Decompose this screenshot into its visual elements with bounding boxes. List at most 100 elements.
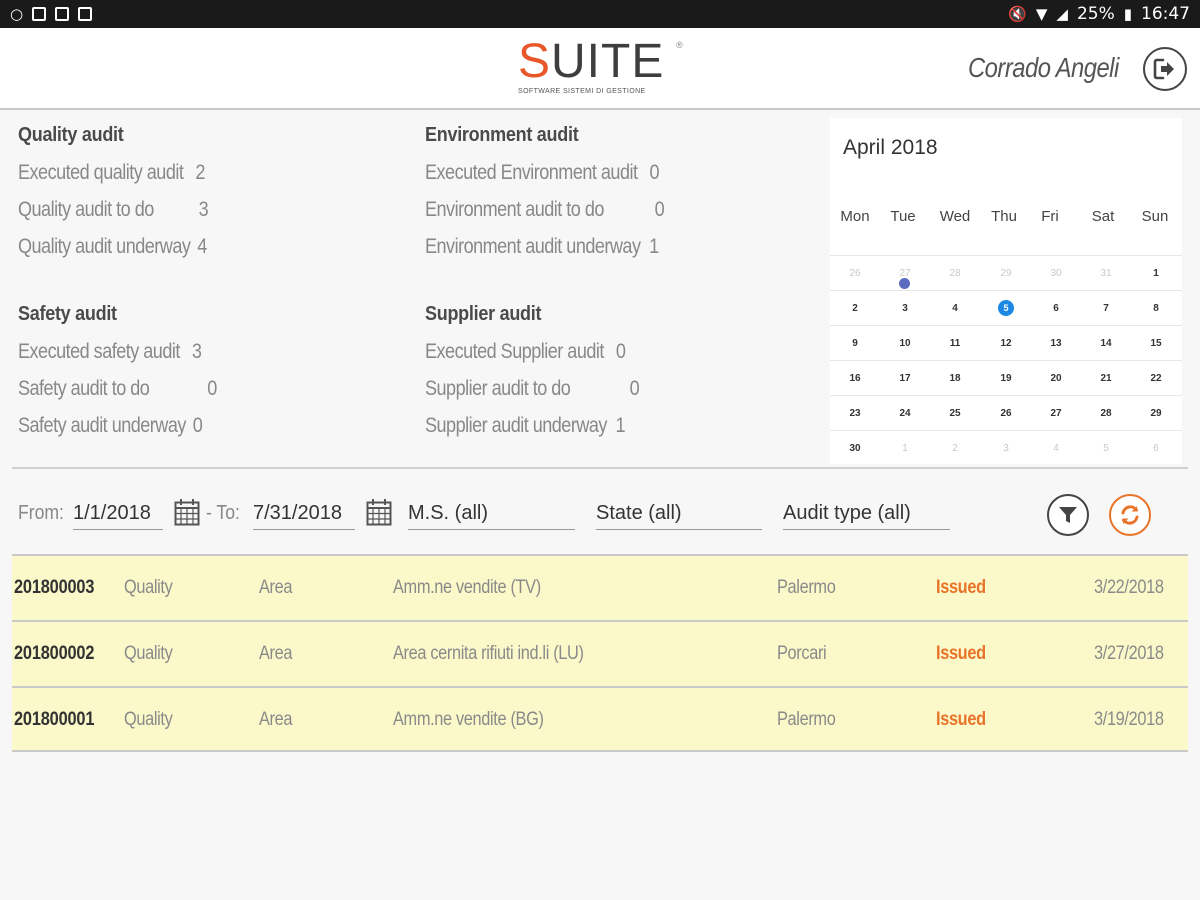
quality-audit-to-do-value: 3 (198, 198, 209, 221)
calendar-day[interactable]: 3 (981, 431, 1031, 466)
calendar-day[interactable]: 2 (930, 431, 980, 466)
gallery-icon (55, 7, 70, 21)
calendar-day-number: 10 (899, 338, 911, 349)
calendar-day-number: 3 (1003, 443, 1009, 454)
calendar-day[interactable]: 5 (1081, 431, 1131, 466)
calendar-day[interactable]: 30 (1031, 256, 1081, 291)
calendar-day[interactable]: 27 (880, 256, 930, 291)
executed-quality-audit-row: Executed quality audit 2 (18, 161, 208, 198)
audit-id: 201800002 (14, 643, 95, 664)
executed-quality-audit-value: 2 (195, 161, 205, 184)
calendar-day-number: 8 (1153, 303, 1159, 314)
calendar-day[interactable]: 29 (1131, 396, 1181, 431)
clock: 16:47 (1141, 4, 1190, 24)
calendar-day-number: 9 (852, 338, 858, 349)
calendar-day-number: 2 (852, 303, 858, 314)
calendar-day[interactable]: 31 (1081, 256, 1131, 291)
calendar-week: 23 24 25 26 27 28 29 (830, 395, 1182, 430)
calendar-day-number: 3 (902, 303, 908, 314)
calendar-day[interactable]: 15 (1131, 326, 1181, 361)
audit-site: Amm.ne vendite (TV) (393, 577, 541, 598)
state-select[interactable]: State (all) (596, 496, 762, 530)
calendar-day[interactable]: 18 (930, 361, 980, 396)
calendar-day[interactable]: 20 (1031, 361, 1081, 396)
environment-audit-to-do-row: Environment audit to do 0 (425, 198, 665, 235)
audit-scope: Area (259, 577, 293, 598)
calendar-day[interactable]: 26 (830, 256, 880, 291)
executed-environment-audit-label: Executed Environment audit (425, 161, 638, 184)
calendar-day[interactable]: 25 (930, 396, 980, 431)
audit-scope: Area (259, 643, 293, 664)
calendar-day[interactable]: 13 (1031, 326, 1081, 361)
calendar-day[interactable]: 21 (1081, 361, 1131, 396)
calendar-day[interactable]: 24 (880, 396, 930, 431)
ms-select[interactable]: M.S. (all) (408, 496, 575, 530)
calendar-day[interactable]: 7 (1081, 291, 1131, 326)
calendar-day-number: 18 (949, 373, 961, 384)
calendar-day[interactable]: 27 (1031, 396, 1081, 431)
calendar-day[interactable]: 10 (880, 326, 930, 361)
from-date-field[interactable]: 1/1/2018 (73, 496, 163, 530)
audit-city: Porcari (777, 643, 827, 664)
calendar-day-number: 30 (849, 443, 861, 454)
calendar-day[interactable]: 23 (830, 396, 880, 431)
audit-row[interactable]: 201800002 Quality Area Area cernita rifi… (12, 620, 1188, 686)
calendar-day-number: 31 (1100, 268, 1112, 279)
calendar-grid: 26 27 28 29 30 31 1 2 3 4 5 6 7 8 9 10 11 12 13 14 15 16 17 18 1… (830, 255, 1182, 465)
month-calendar: April 2018 Mon Tue Wed Thu Fri Sat Sun 2… (830, 118, 1182, 464)
calendar-day[interactable]: 12 (981, 326, 1031, 361)
calendar-day[interactable]: 26 (981, 396, 1031, 431)
status-bar-system: 🔇 ▼ ◢ 25% ▮ 16:47 (1008, 4, 1190, 24)
safety-audit-summary: Safety audit Executed safety audit 3 Safe… (18, 303, 249, 451)
supplier-audit-to-do-row: Supplier audit to do 0 (425, 377, 640, 414)
calendar-day[interactable]: 29 (981, 256, 1031, 291)
supplier-audit-underway-label: Supplier audit underway (425, 414, 607, 437)
to-date-field[interactable]: 7/31/2018 (253, 496, 355, 530)
audit-row[interactable]: 201800003 Quality Area Amm.ne vendite (T… (12, 554, 1188, 620)
calendar-day-number: 7 (1103, 303, 1109, 314)
calendar-day[interactable]: 19 (981, 361, 1031, 396)
calendar-day[interactable]: 2 (830, 291, 880, 326)
calendar-day[interactable]: 1 (1131, 256, 1181, 291)
calendar-day[interactable]: 22 (1131, 361, 1181, 396)
quality-audit-to-do-label: Quality audit to do (18, 198, 154, 221)
calendar-day-number: 1 (902, 443, 908, 454)
calendar-day[interactable]: 6 (1131, 431, 1181, 466)
supplier-audit-underway-value: 1 (615, 414, 626, 437)
battery-icon: ▮ (1123, 4, 1132, 23)
filter-button[interactable] (1047, 494, 1089, 536)
calendar-day[interactable]: 16 (830, 361, 880, 396)
calendar-day[interactable]: 4 (1031, 431, 1081, 466)
calendar-day[interactable]: 6 (1031, 291, 1081, 326)
from-calendar-icon[interactable] (174, 498, 200, 526)
calendar-day[interactable]: 28 (1081, 396, 1131, 431)
audit-type: Quality (124, 643, 173, 664)
calendar-day[interactable]: 30 (830, 431, 880, 466)
calendar-day[interactable]: 5 (981, 291, 1031, 326)
calendar-day[interactable]: 17 (880, 361, 930, 396)
audit-row[interactable]: 201800001 Quality Area Amm.ne vendite (B… (12, 686, 1188, 752)
executed-supplier-audit-label: Executed Supplier audit (425, 340, 604, 363)
calendar-day[interactable]: 28 (930, 256, 980, 291)
executed-quality-audit-label: Executed quality audit (18, 161, 184, 184)
calendar-day[interactable]: 14 (1081, 326, 1131, 361)
audit-type-select[interactable]: Audit type (all) (783, 496, 950, 530)
calendar-day-number: 5 (1103, 443, 1109, 454)
logout-button[interactable] (1143, 47, 1187, 91)
calendar-day-number: 29 (1150, 408, 1162, 419)
calendar-day[interactable]: 8 (1131, 291, 1181, 326)
refresh-button[interactable] (1109, 494, 1151, 536)
supplier-audit-underway-row: Supplier audit underway 1 (425, 414, 639, 451)
calendar-day[interactable]: 9 (830, 326, 880, 361)
calendar-day-number: 4 (1053, 443, 1059, 454)
suite-logo: SUITE ® SOFTWARE SISTEMI DI GESTIONE (518, 38, 688, 100)
safety-audit-underway-label: Safety audit underway (18, 414, 186, 437)
calendar-day[interactable]: 11 (930, 326, 980, 361)
to-calendar-icon[interactable] (366, 498, 392, 526)
calendar-event-dot (899, 278, 910, 289)
calendar-day[interactable]: 4 (930, 291, 980, 326)
calendar-day[interactable]: 1 (880, 431, 930, 466)
weekday-thu: Thu (991, 208, 1017, 225)
calendar-day[interactable]: 3 (880, 291, 930, 326)
audit-summary: Quality audit Executed quality audit 2 Qu… (0, 112, 830, 468)
